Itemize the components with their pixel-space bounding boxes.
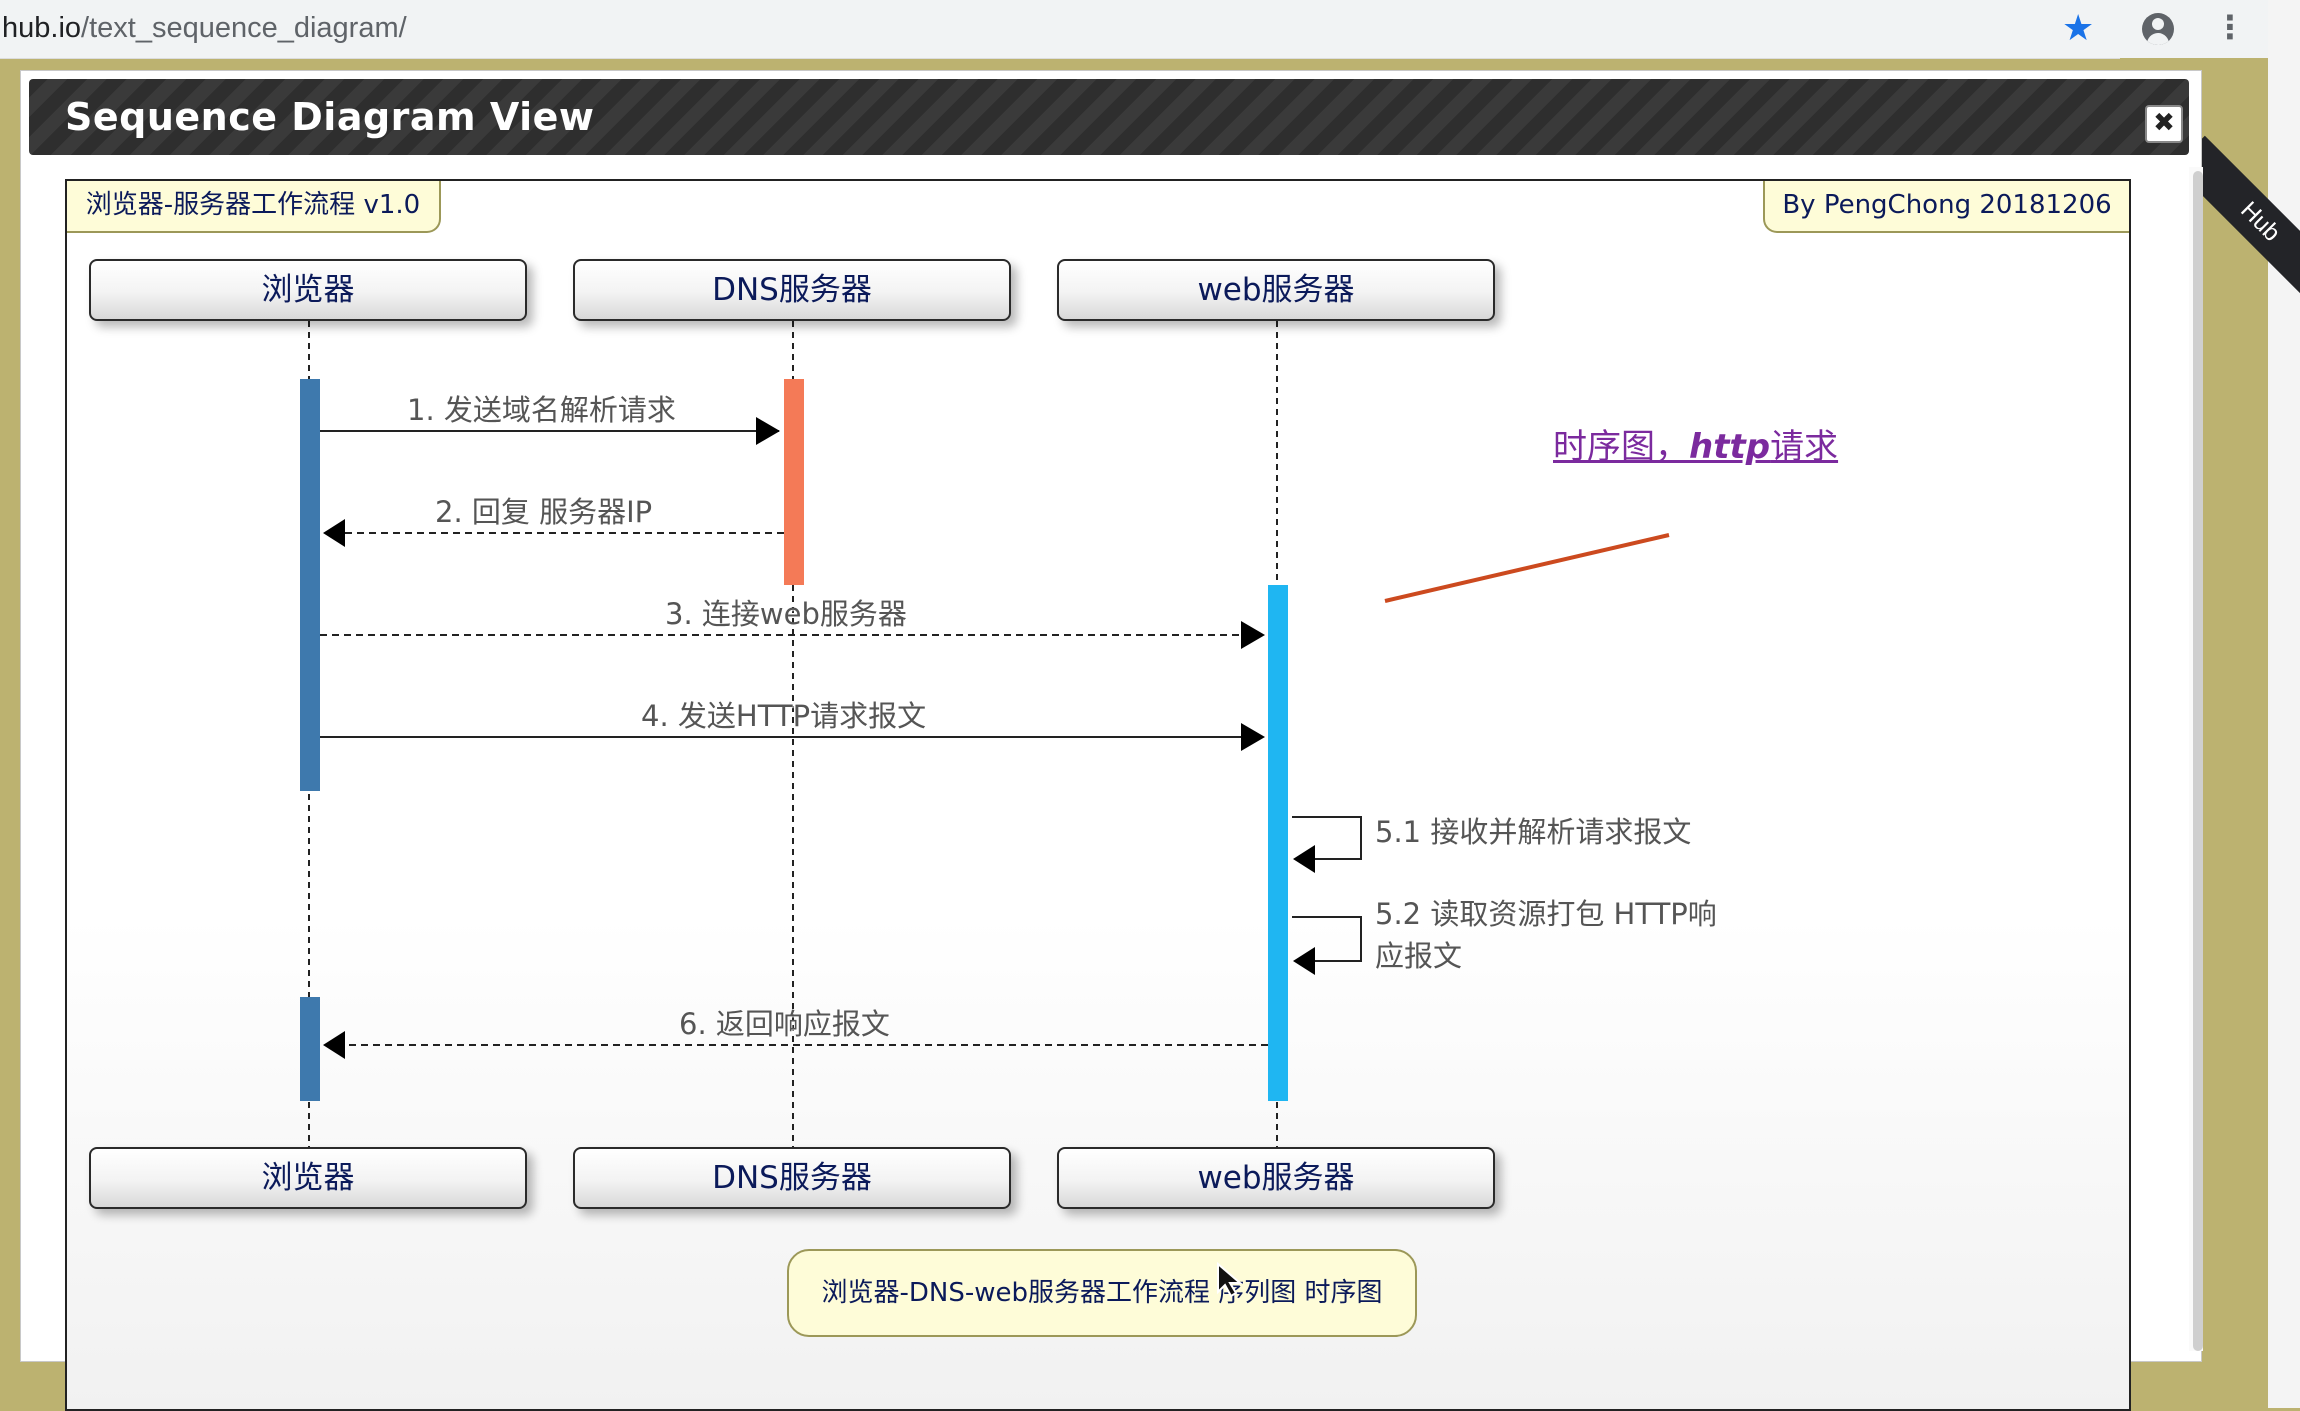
message-5-1-label: 5.1 接收并解析请求报文 [1375, 815, 1692, 849]
activation-dns [784, 379, 804, 585]
message-5-1-loop [1292, 816, 1362, 860]
sequence-diagram-dialog: Sequence Diagram View ✖ 浏览器-服务器工作流程 v1.0… [20, 70, 2203, 1411]
diagram-canvas: 浏览器-服务器工作流程 v1.0 By PengChong 20181206 浏… [65, 179, 2131, 1411]
message-5-2-arrow [1293, 947, 1315, 975]
participant-web-bottom[interactable]: web服务器 [1057, 1147, 1495, 1209]
dialog-title: Sequence Diagram View [65, 95, 595, 139]
dialog-titlebar: Sequence Diagram View ✖ [29, 79, 2189, 155]
message-1-arrow [756, 417, 780, 445]
message-2-arrow [323, 519, 345, 547]
message-6-arrow [323, 1031, 345, 1059]
scrollbar[interactable] [2193, 171, 2203, 1351]
message-5-2-label-line2: 应报文 [1375, 939, 1463, 973]
activation-browser-1 [300, 379, 320, 791]
annotation-text: 时序图， [1553, 427, 1689, 467]
activation-web [1268, 585, 1288, 1101]
close-button[interactable]: ✖ [2145, 105, 2183, 143]
sequence-diagram-svg [300, 321, 1670, 1191]
message-5-1-arrow [1293, 845, 1315, 873]
activation-browser-2 [300, 997, 320, 1101]
url-path: /text_sequence_diagram/ [81, 12, 407, 44]
annotation-line [1384, 533, 1670, 603]
message-6-label: 6. 返回响应报文 [679, 1007, 890, 1041]
message-3-label: 3. 连接web服务器 [665, 597, 907, 631]
message-5-2-label-line1: 5.2 读取资源打包 HTTP响 [1375, 897, 1717, 931]
diagram-footer-note: 浏览器-DNS-web服务器工作流程 序列图 时序图 [787, 1249, 1417, 1337]
message-2-label: 2. 回复 服务器IP [435, 495, 653, 529]
account-icon[interactable] [2142, 13, 2174, 45]
address-bar[interactable]: hub.io/text_sequence_diagram/ ★ [0, 0, 2120, 59]
message-4-label: 4. 发送HTTP请求报文 [641, 699, 927, 733]
message-3-arrow [1241, 621, 1265, 649]
url-text[interactable]: hub.io/text_sequence_diagram/ [2, 12, 407, 45]
mouse-cursor-icon [1217, 1262, 1243, 1298]
message-1-label: 1. 发送域名解析请求 [407, 393, 676, 427]
participant-browser-bottom[interactable]: 浏览器 [89, 1147, 527, 1209]
bookmark-star-icon[interactable]: ★ [2062, 8, 2094, 49]
annotation-link[interactable]: 时序图，http请求 [1553, 419, 1838, 468]
annotation-suffix: 请求 [1770, 427, 1839, 467]
participant-browser-top[interactable]: 浏览器 [89, 259, 527, 321]
participant-dns-bottom[interactable]: DNS服务器 [573, 1147, 1011, 1209]
participant-dns-top[interactable]: DNS服务器 [573, 259, 1011, 321]
message-4-arrow [1241, 723, 1265, 751]
url-host: hub.io [2, 12, 82, 44]
annotation-italic: http [1689, 427, 1771, 467]
menu-icon[interactable]: ⋮ [2214, 8, 2246, 46]
message-5-2-loop [1292, 916, 1362, 962]
participant-web-top[interactable]: web服务器 [1057, 259, 1495, 321]
